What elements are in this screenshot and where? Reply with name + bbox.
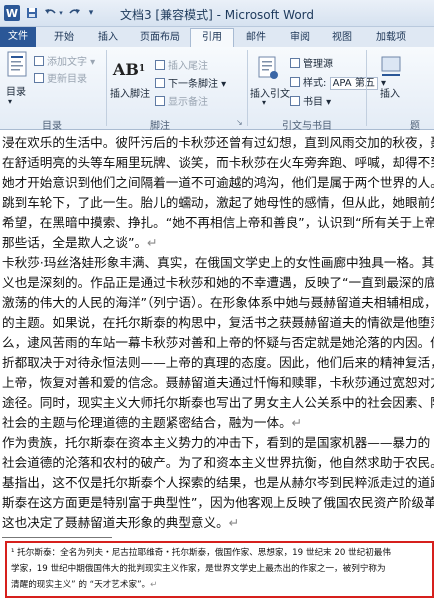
table-of-contents-icon[interactable] — [6, 51, 28, 79]
group-divider — [106, 50, 107, 126]
footnote-separator — [2, 537, 112, 538]
tab-addins[interactable]: 加载项 — [366, 29, 416, 47]
style-icon — [290, 77, 300, 87]
body-line: 浸在欢乐的生活中。彼阡污后的卡秋莎还曾有过幻想，直到风雨交加的秋夜，聂赫留多 — [2, 135, 434, 150]
body-line: 的主题。如果说，在托尔斯泰的构思中，复活书之获聂赫留道夫的情欲是他堕落的开 — [2, 315, 434, 330]
body-line: 社会道德的沦落和农村的破产。为了和资本主义世界抗衡，他自然求助于农民。卢那 — [2, 455, 434, 470]
body-line: 斯泰在这方面更是特别富于典型性”，因为他客观上反映了俄国农民资产阶级革命的 — [2, 495, 434, 510]
show-notes-label: 显示备注 — [168, 97, 208, 108]
body-line: 社会的主题与伦理道德的主题紧密结合，融为一体。↵ — [2, 413, 302, 433]
tab-home[interactable]: 开始 — [44, 29, 84, 47]
insert-caption-button[interactable]: 插入 — [380, 85, 400, 100]
insert-footnote-button[interactable]: 插入脚注 — [110, 85, 150, 100]
footnote-line: 学家，19 世纪中期俄国伟大的批判现实主义作家，是世界文学史上最杰出的作家之一，… — [11, 564, 386, 574]
body-line: 折都取决于对待永恒法则——上帝的真理的态度。因此，他们后来的精神复活，首先 — [2, 355, 434, 370]
insert-citation-button[interactable]: 插入引文 — [250, 85, 290, 100]
ribbon-tabs: 文件 开始 插入 页面布局 引用 邮件 审阅 视图 加载项 — [0, 27, 434, 48]
insert-endnote-label: 插入尾注 — [168, 61, 208, 72]
body-line: 基指出，这不仅是托尔斯泰个人探索的结果，也是从赫尔岑到民粹派走过的道路，而 — [2, 475, 434, 490]
toc-dropdown-icon[interactable]: ▾ — [8, 97, 12, 106]
body-line: 跳到车轮下，了此一生。胎儿的蠕动，激起了她母性的感情，但从此，她眼前失去了 — [2, 195, 434, 210]
group-divider — [366, 50, 367, 126]
body-line-text: 这也决定了聂赫留道夫形象的典型意义。 — [2, 515, 229, 530]
ribbon-references: 目录 ▾ 添加文字 ▾ 更新目录 目录 AB 1 插入脚注 插入尾注 下一条脚注 … — [0, 47, 434, 132]
update-toc-label: 更新目录 — [47, 74, 87, 85]
style-label: 样式: — [303, 78, 327, 89]
show-notes-icon — [155, 96, 165, 106]
add-text-label: 添加文字 — [47, 57, 87, 68]
body-line: 义也是深刻的。作品正是通过卡秋莎和她的不幸遭遇，反映了“一直到最深的底层都 — [2, 275, 434, 290]
body-line: 在舒适明亮的头等车厢里玩牌、谈笑，而卡秋莎在火车旁奔跑、呼喊，却得不到回音， — [2, 155, 434, 170]
style-selector[interactable]: 样式: APA 第五 ▾ — [290, 74, 386, 90]
footnote-highlight-box: ¹ 托尔斯泰：全名为列夫・尼古拉耶维奇・托尔斯泰，俄国作家、思想家，19 世纪末… — [5, 541, 434, 598]
bibliography-icon — [290, 96, 300, 106]
next-footnote-icon — [155, 78, 165, 88]
next-footnote-button[interactable]: 下一条脚注 ▾ — [155, 75, 226, 90]
footnote-line-text: 清醒的现实主义” 的 “天才艺术家”。 — [11, 580, 151, 590]
tab-mailings[interactable]: 邮件 — [236, 29, 276, 47]
body-line-text: 那些话，全是欺人之谈”。 — [2, 235, 148, 250]
body-line: 这也决定了聂赫留道夫形象的典型意义。↵ — [2, 513, 239, 533]
body-line: 她才开始意识到他们之间隔着一道不可逾越的鸿沟，他们是属于两个世界的人。她真 — [2, 175, 434, 190]
footnote-line: ¹ 托尔斯泰：全名为列夫・尼古拉耶维奇・托尔斯泰，俄国作家、思想家，19 世纪末… — [11, 548, 391, 558]
group-captions-label: 题 — [410, 121, 420, 132]
group-citations-label: 引文与书目 — [282, 121, 332, 132]
footnotes-dialog-launcher-icon[interactable]: ↘ — [236, 118, 243, 127]
footnote-line: 清醒的现实主义” 的 “天才艺术家”。↵ — [11, 577, 157, 593]
bibliography-button[interactable]: 书目 ▾ — [290, 93, 331, 108]
body-line: 激荡的伟大的人民的海洋”（列宁语）。在形象体系中她与聂赫留道夫相辅相成，体现 — [2, 295, 434, 310]
manage-sources-icon — [290, 58, 300, 68]
tab-page-layout[interactable]: 页面布局 — [132, 29, 188, 47]
paragraph-mark: ↵ — [291, 415, 303, 430]
title-bar: W ▾ ▾ 文档3 [兼容模式] - Microsoft Word — [0, 0, 434, 27]
add-text-button[interactable]: 添加文字 ▾ — [34, 53, 95, 68]
body-line: 那些话，全是欺人之谈”。↵ — [2, 233, 158, 253]
window-title: 文档3 [兼容模式] - Microsoft Word — [119, 8, 315, 22]
body-line: 途径。同时，现实主义大师托尔斯泰也写出了男女主人公关系中的社会因素、阶级对 — [2, 395, 434, 410]
body-line: 作为贵族，托尔斯泰在资本主义势力的冲击下，看到的是国家机器——暴力的 — [2, 435, 431, 450]
tab-view[interactable]: 视图 — [322, 29, 362, 47]
show-notes-button[interactable]: 显示备注 — [155, 93, 208, 108]
manage-sources-label: 管理源 — [303, 59, 333, 70]
body-line: 卡秋莎·玛丝洛娃形象丰满、真实，在俄国文学史上的女性画廊中独具一格。其 — [2, 255, 434, 270]
body-line: 希望，在黑暗中摸索、挣扎。“她不再相信上帝和善良”，认识到“所有关于上帝和关 — [2, 215, 434, 230]
insert-citation-icon[interactable] — [256, 55, 280, 81]
next-footnote-label: 下一条脚注 — [168, 79, 218, 90]
insert-caption-icon[interactable] — [380, 55, 404, 81]
group-footnotes-label: 脚注 — [150, 121, 170, 132]
style-select[interactable]: APA 第五 — [329, 77, 378, 90]
add-text-icon — [34, 56, 44, 66]
tab-file[interactable]: 文件 — [0, 27, 36, 47]
document-page[interactable]: 浸在欢乐的生活中。彼阡污后的卡秋莎还曾有过幻想，直到风雨交加的秋夜，聂赫留多 在… — [0, 131, 434, 599]
tab-references[interactable]: 引用 — [190, 28, 234, 48]
body-line: 么，逮风苦雨的车站一幕卡秋莎对善和上帝的怀疑与否定就是她沦落的内因。他们生 — [2, 335, 434, 350]
paragraph-mark: ↵ — [150, 580, 158, 590]
insert-endnote-icon — [155, 60, 165, 70]
manage-sources-button[interactable]: 管理源 — [290, 55, 333, 70]
paragraph-mark: ↵ — [147, 235, 158, 250]
group-toc-label: 目录 — [42, 121, 62, 132]
group-divider — [247, 50, 248, 126]
paragraph-mark: ↵ — [228, 515, 240, 530]
update-toc-icon — [34, 73, 44, 83]
insert-citation-dropdown-icon[interactable]: ▾ — [262, 98, 266, 107]
insert-footnote-icon[interactable]: AB 1 — [113, 57, 145, 81]
tab-insert[interactable]: 插入 — [88, 29, 128, 47]
body-line: 上帝，恢复对善和爱的信念。聂赫留道夫通过忏悔和赎罪，卡秋莎通过宽恕对方，恢 — [2, 375, 434, 390]
toc-button-label[interactable]: 目录 — [6, 83, 26, 98]
insert-endnote-button[interactable]: 插入尾注 — [155, 57, 208, 72]
update-toc-button[interactable]: 更新目录 — [34, 70, 87, 85]
bibliography-label: 书目 — [303, 97, 323, 108]
tab-review[interactable]: 审阅 — [280, 29, 320, 47]
body-line-text: 社会的主题与伦理道德的主题紧密结合，融为一体。 — [2, 415, 292, 430]
